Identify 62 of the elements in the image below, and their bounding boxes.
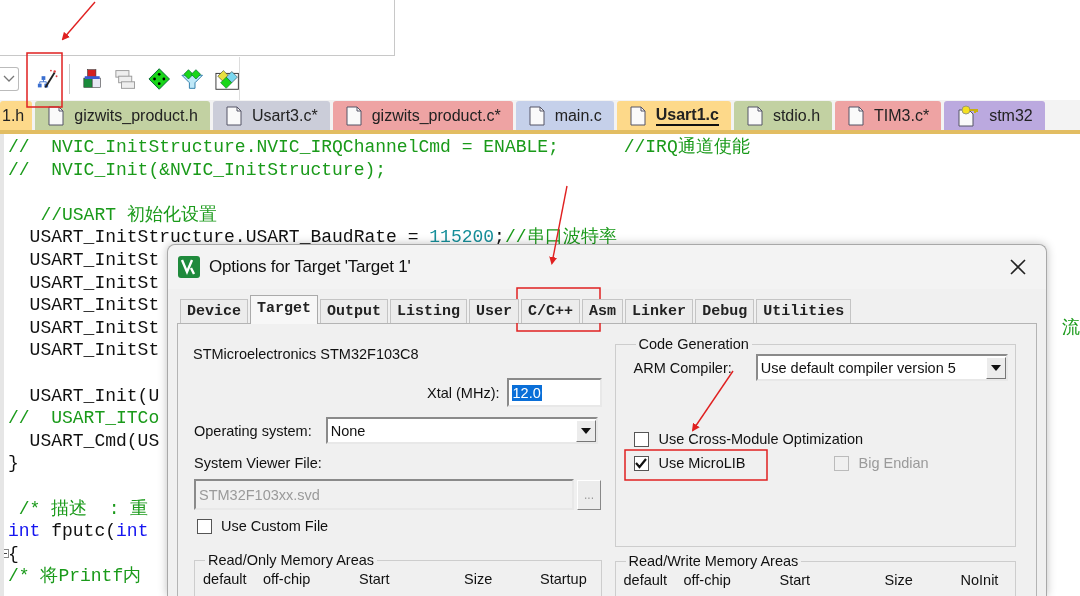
code-line: /* 描述 : 重 <box>17 497 149 521</box>
group-title: Code Generation <box>637 336 750 352</box>
field-label: ARM Compiler: <box>633 359 732 376</box>
code-line: USART_InitSt <box>28 271 160 295</box>
file-tab[interactable]: stdio.h <box>733 101 833 130</box>
column-header: off-chip <box>683 572 732 588</box>
file-tab[interactable]: main.c <box>515 101 614 130</box>
checkbox-label: Big Endian <box>858 455 929 471</box>
checkbox-label: Use Cross-Module Optimization <box>658 431 864 447</box>
column-header: default <box>623 572 669 588</box>
field-label: Xtal (MHz): <box>427 384 500 401</box>
code-line: // NVIC_Init(&NVIC_InitStructure); <box>8 158 387 182</box>
code-line: 流 <box>1062 316 1080 340</box>
code-line: // NVIC_InitStructure.NVIC_IRQChannelCmd = ENABLE; //IRQ通道使能 <box>8 136 750 159</box>
dialog-title: Options for Target 'Target 1' <box>209 257 412 277</box>
code-line: USART_Init(U <box>28 384 160 408</box>
code-line: USART_InitSt <box>28 248 160 272</box>
dialog-tab[interactable]: Utilities <box>756 299 852 323</box>
device-name: STMicroelectronics STM32F103C8 <box>193 345 420 364</box>
code-line: USART_InitSt <box>28 339 160 362</box>
dialog-tab[interactable]: Target <box>250 295 319 324</box>
column-header: Start <box>359 571 391 587</box>
code-line: USART_InitSt <box>28 294 160 317</box>
code-line: USART_InitSt <box>28 316 160 340</box>
column-header: Startup <box>540 571 588 587</box>
column-header: default <box>203 571 248 587</box>
code-line: // USART_ITCo <box>8 407 160 430</box>
dropdown[interactable]: None <box>325 417 598 444</box>
code-line: USART_Cmd(US <box>28 429 160 453</box>
dialog-tab[interactable]: User <box>469 299 520 323</box>
code-line: } <box>8 452 19 475</box>
dialog-tab[interactable]: C/C++ <box>521 299 581 323</box>
code-line: //USART 初始化设置 <box>39 203 217 227</box>
dialog-tab[interactable]: Listing <box>390 299 468 323</box>
dropdown[interactable]: Use default compiler version 5 <box>755 354 1008 381</box>
dialog-tab[interactable]: Output <box>320 299 389 323</box>
code-line: { <box>8 542 19 566</box>
checkbox-label: Use Custom File <box>221 518 329 534</box>
code-line: /* 将Printf内 <box>8 565 142 588</box>
column-header: Size <box>464 571 494 587</box>
file-tab[interactable]: TIM3.c* <box>835 101 942 130</box>
file-tab[interactable]: gizwits_product.h <box>35 101 210 130</box>
file-tab[interactable]: Usart1.c <box>616 101 731 130</box>
group-title: Read/Only Memory Areas <box>207 552 375 568</box>
code-line: int fputc(int <box>8 520 149 543</box>
dialog-tab[interactable]: Asm <box>582 299 624 323</box>
column-header: NoInit <box>960 572 1000 588</box>
field-label: Operating system: <box>194 422 312 439</box>
group-title: Read/Write Memory Areas <box>627 553 800 569</box>
column-header: Start <box>779 572 812 588</box>
checkbox-label: Use MicroLIB <box>658 455 746 471</box>
column-header: Size <box>884 572 914 588</box>
file-tab[interactable]: stm32 <box>944 101 1045 130</box>
column-header: off-chip <box>263 571 312 587</box>
dialog-tab[interactable]: Device <box>180 299 248 323</box>
field-label: System Viewer File: <box>194 454 322 472</box>
file-tab[interactable]: gizwits_product.c* <box>332 101 513 130</box>
dialog-tab[interactable]: Linker <box>625 299 694 323</box>
dialog-tab[interactable]: Debug <box>695 299 755 323</box>
file-tab[interactable]: 1.h <box>0 101 33 130</box>
input-field[interactable]: 12.0 <box>506 378 602 407</box>
file-tab[interactable]: Usart3.c* <box>212 101 330 130</box>
